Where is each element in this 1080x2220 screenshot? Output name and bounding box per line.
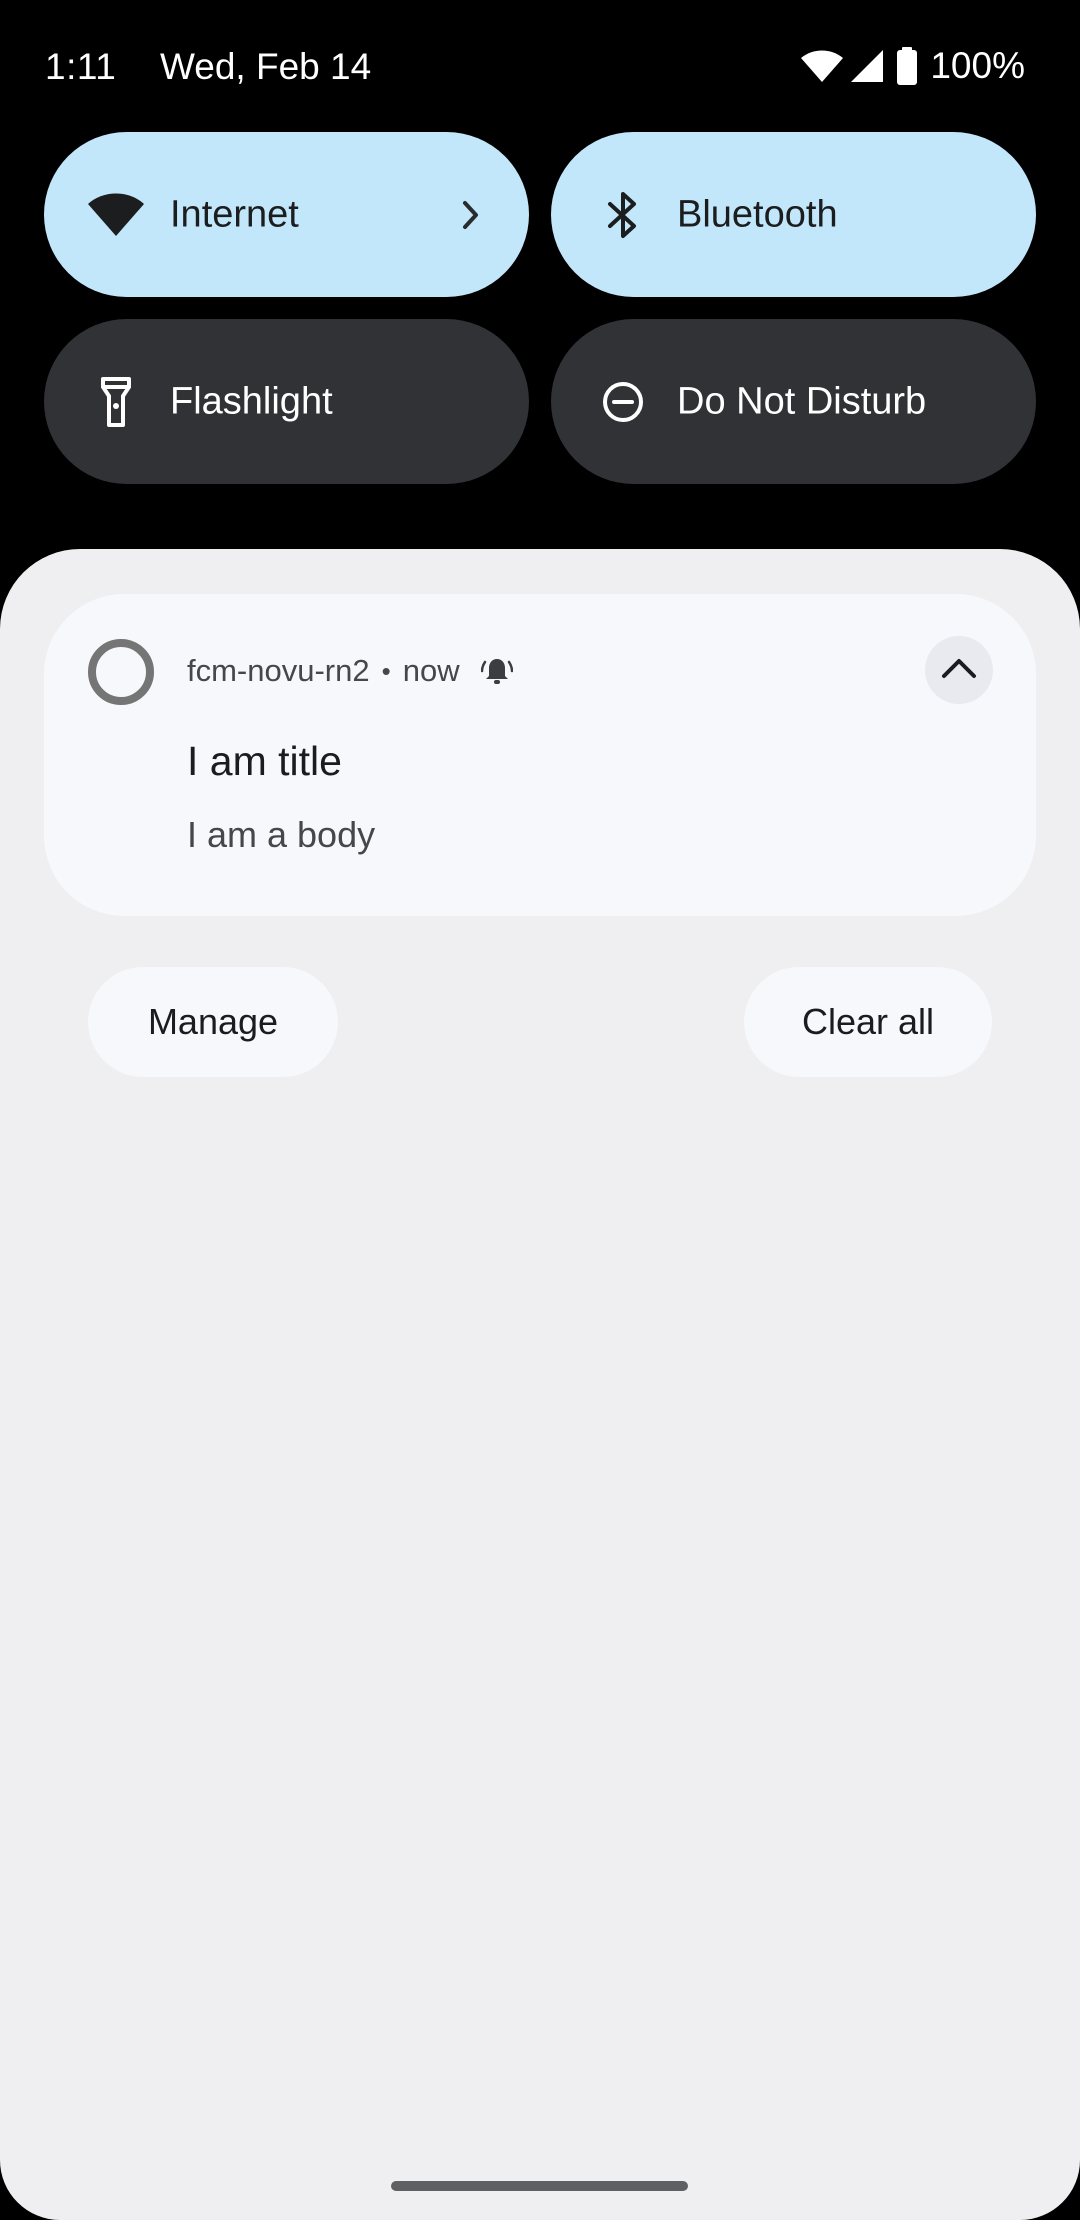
- do-not-disturb-tile-label: Do Not Disturb: [677, 380, 927, 422]
- battery-icon: [896, 47, 918, 85]
- bluetooth-icon: [593, 185, 653, 245]
- bluetooth-tile[interactable]: Bluetooth: [551, 132, 1036, 297]
- wifi-icon: [86, 185, 146, 245]
- notification-time: now: [402, 653, 460, 688]
- notification-title: I am title: [187, 738, 342, 784]
- status-bar: 1:11 Wed, Feb 14 100%: [0, 0, 1080, 132]
- app-icon: [88, 639, 154, 705]
- do-not-disturb-icon: [593, 372, 653, 432]
- collapse-notification-button[interactable]: [925, 636, 993, 704]
- flashlight-icon: [86, 372, 146, 432]
- internet-tile-label: Internet: [170, 193, 299, 235]
- manage-button[interactable]: Manage: [88, 967, 338, 1077]
- flashlight-tile[interactable]: Flashlight: [44, 319, 529, 484]
- internet-tile[interactable]: Internet: [44, 132, 529, 297]
- status-date: Wed, Feb 14: [160, 46, 372, 87]
- bluetooth-tile-label: Bluetooth: [677, 193, 838, 235]
- cell-signal-icon: [850, 49, 884, 83]
- notification-app-name: fcm-novu-rn2: [187, 653, 370, 688]
- notification-shade-screen: 1:11 Wed, Feb 14 100% Internet Bluetooth…: [0, 0, 1080, 2220]
- notification-header: fcm-novu-rn2 • now: [187, 653, 514, 689]
- flashlight-tile-label: Flashlight: [170, 380, 333, 422]
- status-time: 1:11: [45, 46, 117, 87]
- battery-percent: 100%: [930, 45, 1025, 86]
- bell-ringing-icon: [480, 654, 514, 688]
- chevron-up-icon: [940, 656, 978, 685]
- clear-all-button[interactable]: Clear all: [744, 967, 992, 1077]
- notification-body: I am a body: [187, 814, 376, 855]
- status-icons: 100%: [800, 44, 1025, 88]
- do-not-disturb-tile[interactable]: Do Not Disturb: [551, 319, 1036, 484]
- wifi-icon: [800, 49, 844, 83]
- chevron-right-icon[interactable]: [453, 197, 489, 233]
- home-gesture-handle[interactable]: [391, 2181, 688, 2191]
- header-separator: •: [381, 655, 391, 686]
